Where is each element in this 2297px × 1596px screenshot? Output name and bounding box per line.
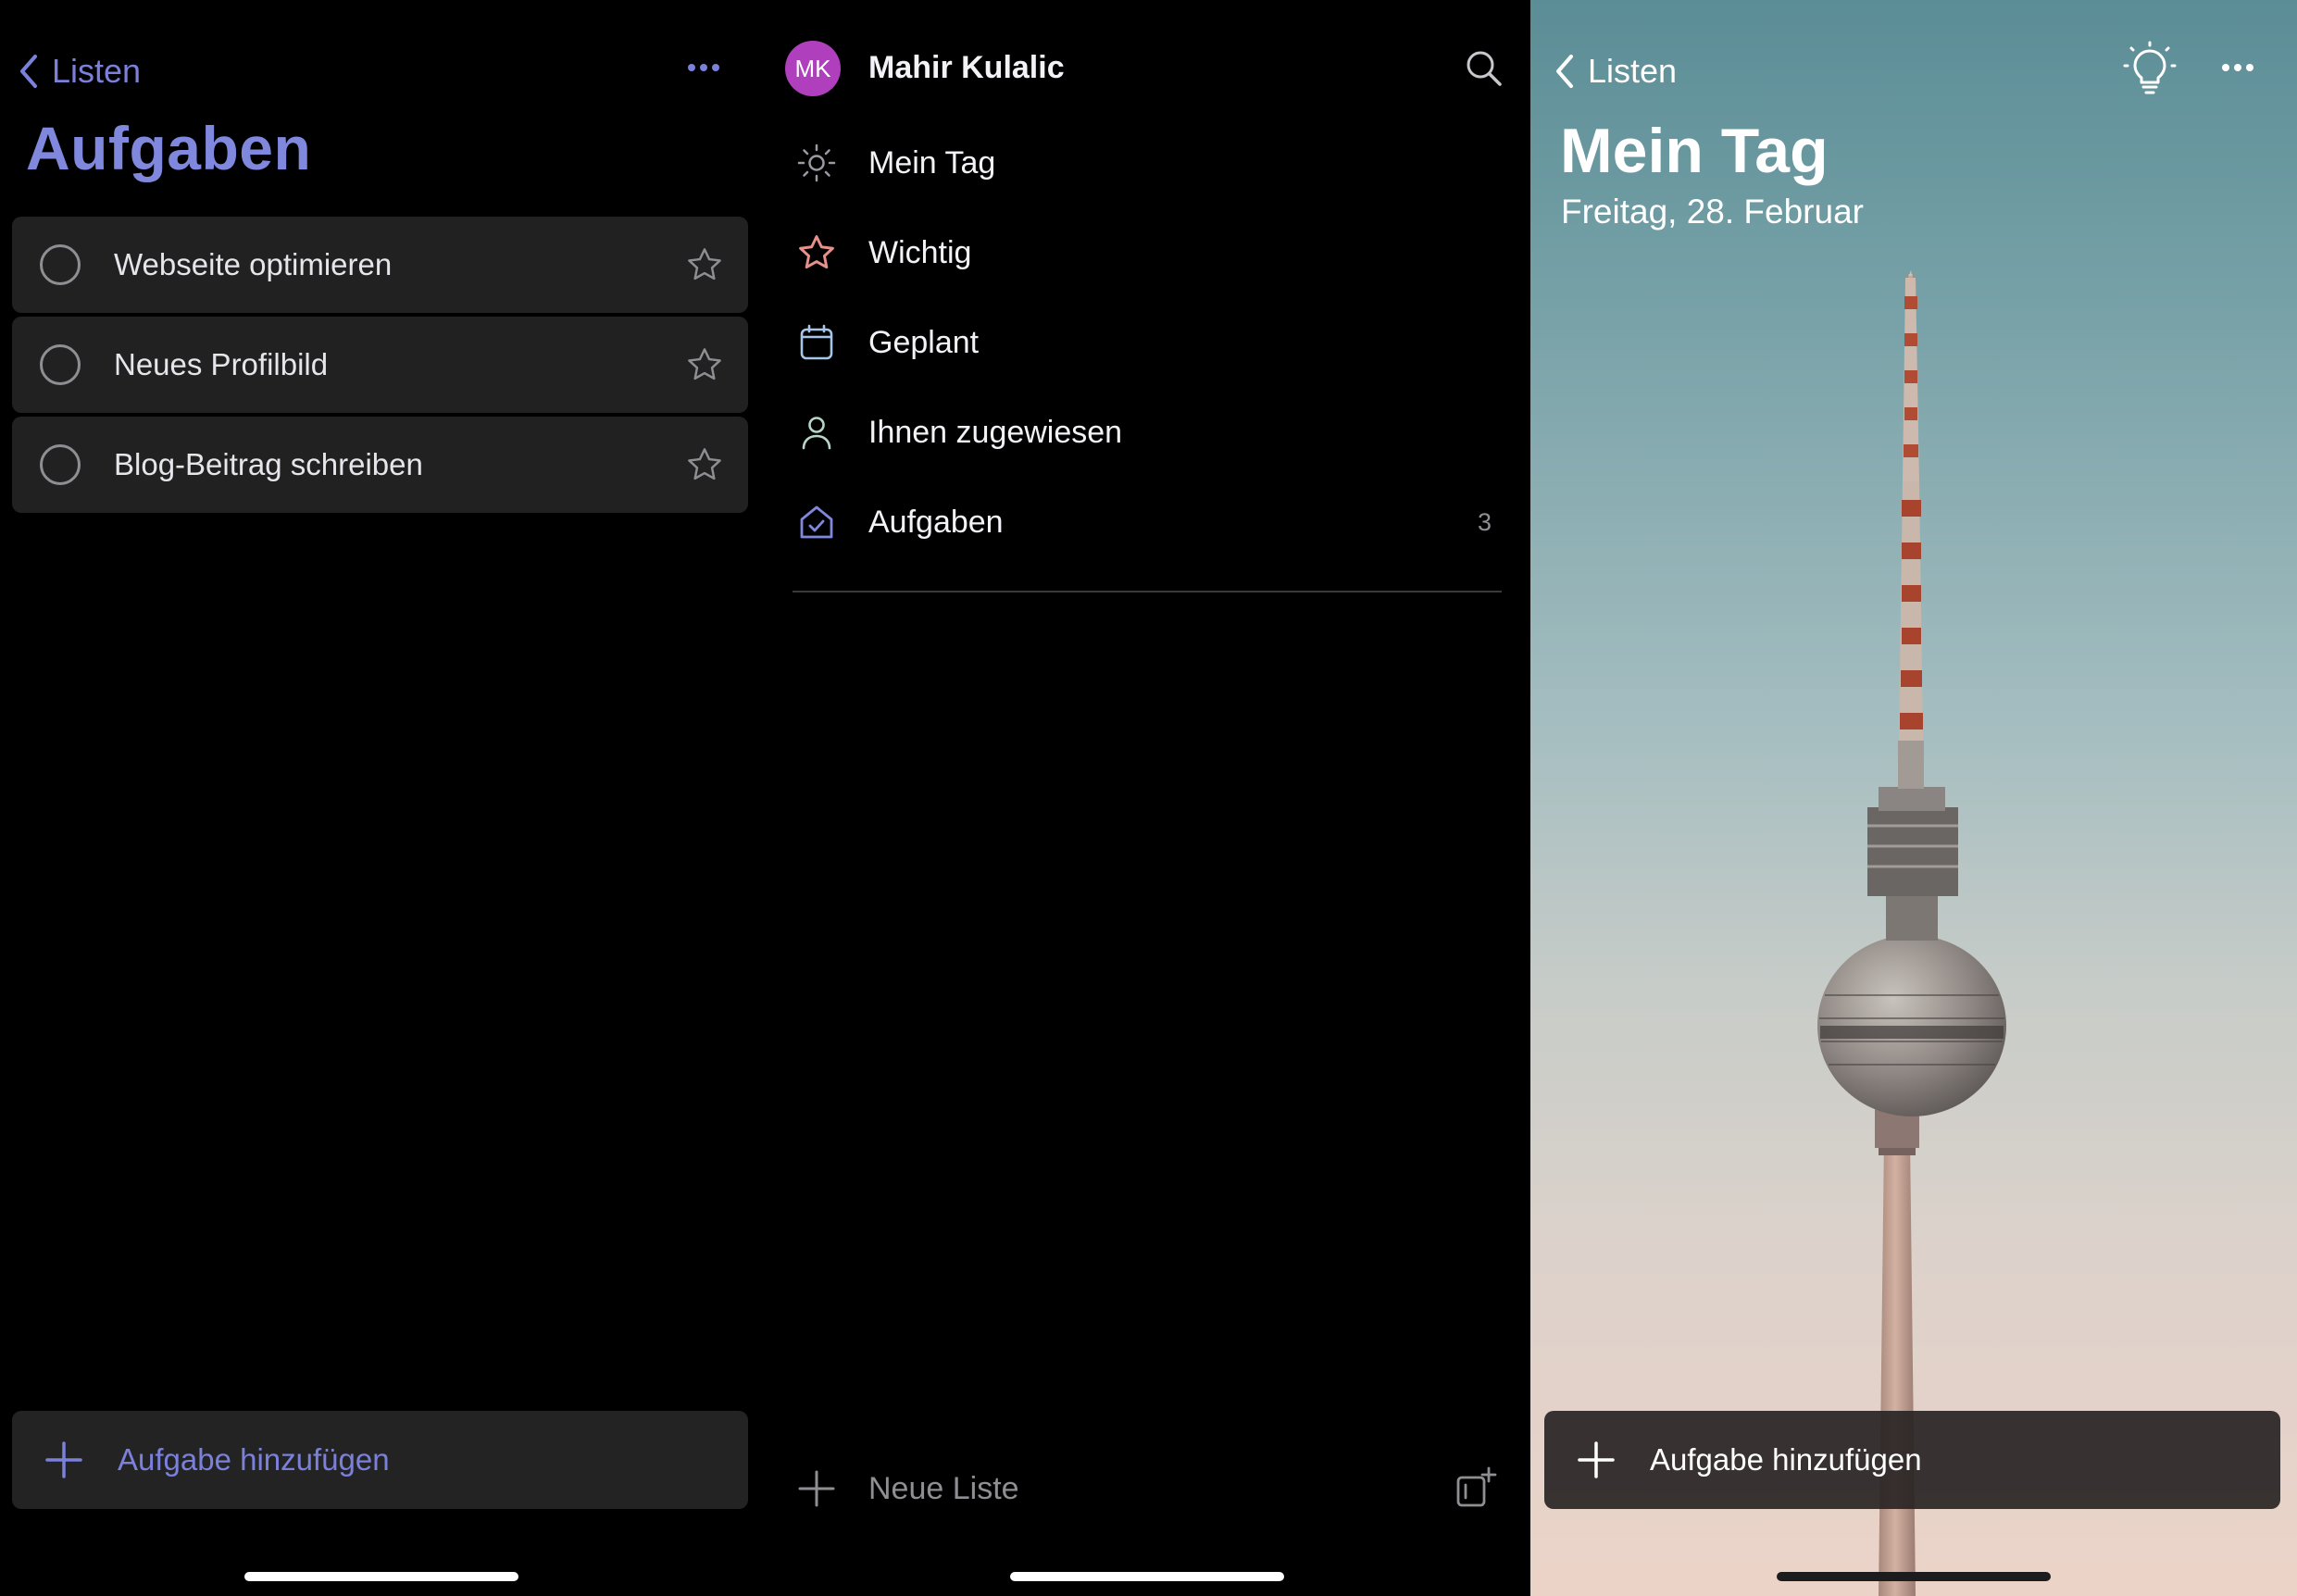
back-to-lists-button[interactable]: Listen <box>1551 48 1677 94</box>
complete-task-checkbox[interactable] <box>40 344 81 385</box>
complete-task-checkbox[interactable] <box>40 444 81 485</box>
tv-tower-image <box>1817 270 2006 1596</box>
nav-item-label: Aufgaben <box>868 504 1004 540</box>
back-label: Listen <box>1588 52 1678 90</box>
nav-item-label: Geplant <box>868 324 980 360</box>
add-task-label: Aufgabe hinzufügen <box>1650 1442 1922 1477</box>
chevron-left-icon <box>20 55 37 88</box>
chevron-left-icon <box>1556 55 1573 88</box>
task-row[interactable]: Neues Profilbild <box>12 317 748 413</box>
nav-item-wichtig[interactable]: Wichtig <box>765 208 1530 297</box>
divider <box>793 591 1502 592</box>
nav-item-aufgaben[interactable]: Aufgaben 3 <box>765 478 1530 567</box>
new-list-label: Neue Liste <box>868 1470 1019 1506</box>
task-title: Neues Profilbild <box>114 347 329 381</box>
my-day-pane: Listen Mein Tag Freitag, 28. Februar Auf… <box>1530 0 2297 1596</box>
task-count-badge: 3 <box>1477 507 1492 536</box>
task-title: Blog-Beitrag schreiben <box>114 447 423 481</box>
home-indicator <box>244 1572 518 1581</box>
more-options-button[interactable] <box>2215 54 2261 81</box>
ellipsis-icon <box>688 64 719 71</box>
back-to-lists-button[interactable]: Listen <box>15 48 141 94</box>
star-icon[interactable] <box>685 445 724 484</box>
nav-item-label: Ihnen zugewiesen <box>868 414 1123 450</box>
add-task-label: Aufgabe hinzufügen <box>118 1442 390 1477</box>
nav-item-mein-tag[interactable]: Mein Tag <box>765 118 1530 207</box>
lists-sidebar-pane: MK Mahir Kulalic Mein Tag Wichtig Geplan… <box>765 0 1530 1596</box>
date-subtitle: Freitag, 28. Februar <box>1561 193 1864 231</box>
task-title: Webseite optimieren <box>114 247 393 281</box>
search-icon[interactable] <box>1464 48 1503 87</box>
task-row[interactable]: Webseite optimieren <box>12 217 748 313</box>
star-icon[interactable] <box>685 345 724 384</box>
ellipsis-icon <box>2222 64 2253 71</box>
nav-item-geplant[interactable]: Geplant <box>765 298 1530 387</box>
star-icon[interactable] <box>685 245 724 284</box>
tasks-list-pane: Listen Aufgaben Webseite optimieren Neue… <box>0 0 765 1596</box>
plus-icon <box>45 1441 82 1478</box>
calendar-icon <box>800 324 833 360</box>
user-name[interactable]: Mahir Kulalic <box>868 50 1065 86</box>
task-row[interactable]: Blog-Beitrag schreiben <box>12 417 748 513</box>
list-title: Mein Tag <box>1560 116 1829 186</box>
back-label: Listen <box>52 52 142 90</box>
lightbulb-icon[interactable] <box>2121 41 2178 98</box>
nav-item-label: Wichtig <box>868 234 972 270</box>
more-options-button[interactable] <box>680 54 727 81</box>
list-title: Aufgaben <box>26 114 312 182</box>
home-check-icon <box>800 505 833 539</box>
nav-item-label: Mein Tag <box>868 144 996 181</box>
add-task-bar[interactable]: Aufgabe hinzufügen <box>12 1411 748 1509</box>
avatar[interactable]: MK <box>785 41 841 96</box>
add-task-bar[interactable]: Aufgabe hinzufügen <box>1544 1411 2280 1509</box>
nav-item-ihnen-zugewiesen[interactable]: Ihnen zugewiesen <box>765 388 1530 477</box>
plus-icon <box>798 1470 835 1507</box>
complete-task-checkbox[interactable] <box>40 244 81 285</box>
star-icon <box>799 235 834 269</box>
new-group-icon[interactable] <box>1454 1466 1497 1509</box>
home-indicator <box>1777 1572 2051 1581</box>
person-icon <box>802 417 831 450</box>
plus-icon <box>1578 1441 1615 1478</box>
sun-icon <box>797 143 836 182</box>
new-list-button[interactable]: Neue Liste <box>765 1444 1413 1533</box>
home-indicator <box>1010 1572 1284 1581</box>
